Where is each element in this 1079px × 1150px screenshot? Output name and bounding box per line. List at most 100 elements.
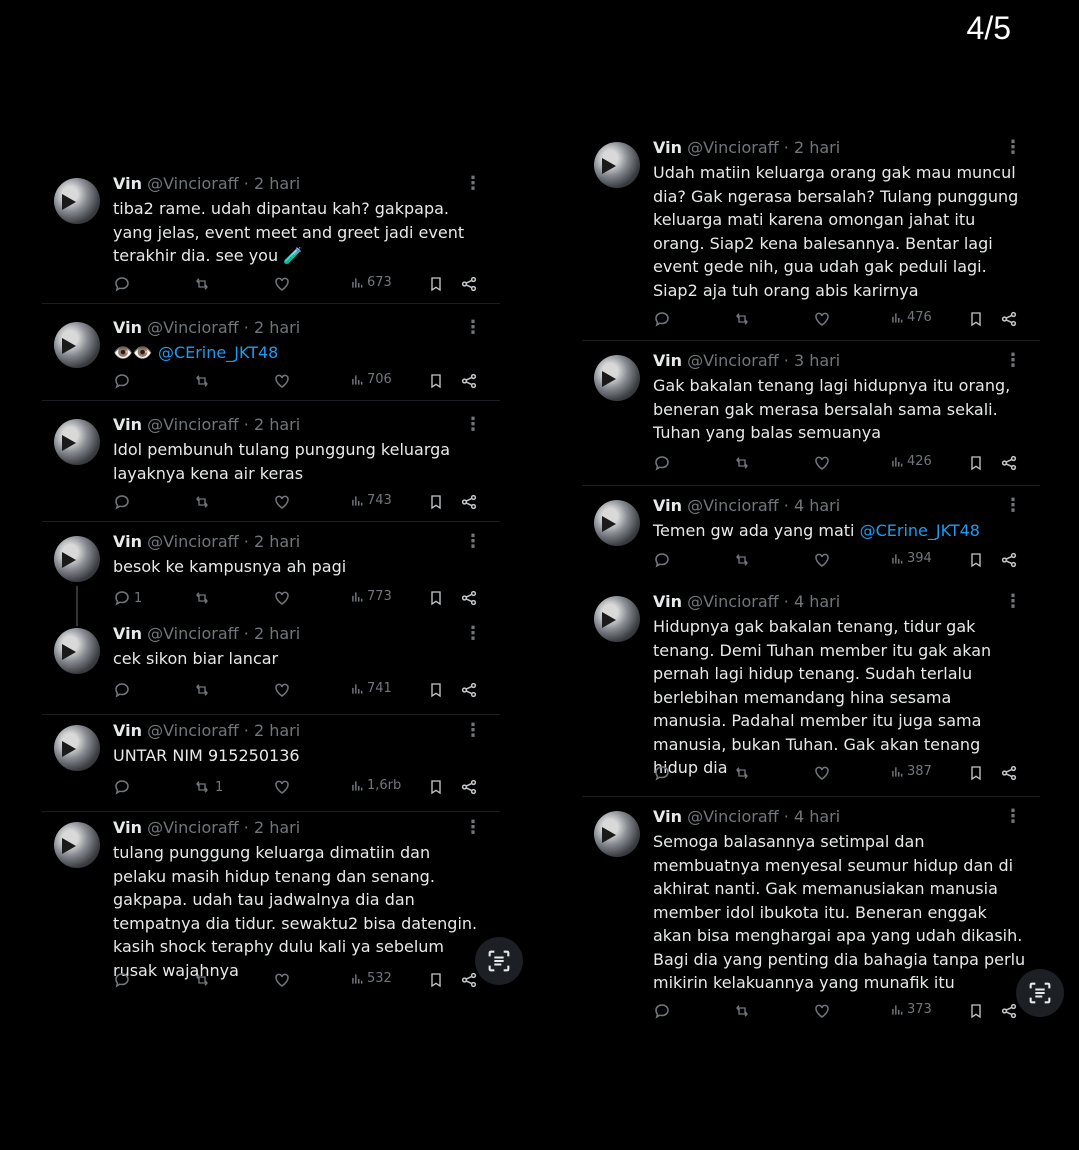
retweet-icon[interactable]	[732, 310, 752, 328]
display-name[interactable]: Vin	[113, 721, 142, 740]
avatar[interactable]	[594, 355, 640, 401]
share-icon[interactable]	[460, 971, 478, 989]
views-count[interactable]: 373	[890, 1002, 932, 1017]
display-name[interactable]: Vin	[653, 807, 682, 826]
heart-icon[interactable]	[273, 372, 291, 390]
heart-icon[interactable]	[813, 310, 831, 328]
scan-text-icon[interactable]	[475, 937, 523, 985]
more-options-icon[interactable]: ⋮	[1004, 591, 1022, 612]
views-count[interactable]: 387	[890, 764, 932, 779]
avatar[interactable]	[54, 178, 100, 224]
views-count[interactable]: 706	[350, 372, 392, 387]
reply-icon[interactable]	[113, 372, 131, 390]
avatar[interactable]	[54, 322, 100, 368]
share-icon[interactable]	[460, 681, 478, 699]
display-name[interactable]: Vin	[653, 496, 682, 515]
more-options-icon[interactable]: ⋮	[464, 414, 482, 435]
bookmark-icon[interactable]	[428, 493, 444, 511]
bookmark-icon[interactable]	[428, 372, 444, 390]
display-name[interactable]: Vin	[653, 592, 682, 611]
tweet[interactable]: Vin @Vincioraff · 4 hari ⋮ Semoga balasa…	[582, 797, 1040, 1033]
reply-icon[interactable]	[653, 764, 671, 782]
more-options-icon[interactable]: ⋮	[464, 173, 482, 194]
more-options-icon[interactable]: ⋮	[1004, 350, 1022, 371]
heart-icon[interactable]	[273, 778, 291, 796]
retweet-icon[interactable]	[192, 372, 212, 390]
reply-icon[interactable]	[113, 971, 131, 989]
views-count[interactable]: 773	[350, 589, 392, 604]
more-options-icon[interactable]: ⋮	[1004, 137, 1022, 158]
more-options-icon[interactable]: ⋮	[464, 817, 482, 838]
heart-icon[interactable]	[273, 493, 291, 511]
retweet-icon[interactable]	[732, 551, 752, 569]
bookmark-icon[interactable]	[428, 681, 444, 699]
tweet[interactable]: Vin @Vincioraff · 2 hari ⋮ Idol pembunuh…	[42, 401, 500, 522]
views-count[interactable]: 741	[350, 681, 392, 696]
more-options-icon[interactable]: ⋮	[464, 720, 482, 741]
display-name[interactable]: Vin	[653, 138, 682, 157]
share-icon[interactable]	[460, 778, 478, 796]
share-icon[interactable]	[1000, 551, 1018, 569]
display-name[interactable]: Vin	[113, 415, 142, 434]
tweet[interactable]: Vin @Vincioraff · 2 hari ⋮ tulang punggu…	[42, 812, 500, 1002]
bookmark-icon[interactable]	[428, 275, 444, 293]
avatar[interactable]	[594, 142, 640, 188]
avatar[interactable]	[594, 811, 640, 857]
avatar[interactable]	[54, 419, 100, 465]
reply-icon[interactable]	[653, 454, 671, 472]
avatar[interactable]	[54, 822, 100, 868]
display-name[interactable]: Vin	[113, 174, 142, 193]
reply-icon[interactable]	[113, 778, 131, 796]
bookmark-icon[interactable]	[428, 778, 444, 796]
avatar[interactable]	[54, 628, 100, 674]
retweet-icon[interactable]	[192, 275, 212, 293]
more-options-icon[interactable]: ⋮	[464, 623, 482, 644]
views-count[interactable]: 426	[890, 454, 932, 469]
display-name[interactable]: Vin	[113, 818, 142, 837]
bookmark-icon[interactable]	[968, 1002, 984, 1020]
retweet-icon[interactable]	[732, 1002, 752, 1020]
views-count[interactable]: 394	[890, 551, 932, 566]
views-count[interactable]: 476	[890, 310, 932, 325]
heart-icon[interactable]	[813, 764, 831, 782]
retweet-icon[interactable]	[732, 454, 752, 472]
display-name[interactable]: Vin	[113, 532, 142, 551]
views-count[interactable]: 743	[350, 493, 392, 508]
share-icon[interactable]	[460, 589, 478, 607]
retweet-icon[interactable]	[192, 493, 212, 511]
heart-icon[interactable]	[813, 1002, 831, 1020]
reply-icon[interactable]	[653, 310, 671, 328]
share-icon[interactable]	[460, 275, 478, 293]
avatar[interactable]	[54, 536, 100, 582]
retweet-icon[interactable]	[732, 764, 752, 782]
tweet[interactable]: Vin @Vincioraff · 2 hari ⋮ cek sikon bia…	[42, 618, 500, 715]
tweet[interactable]: Vin @Vincioraff · 4 hari ⋮ Temen gw ada …	[582, 486, 1040, 582]
share-icon[interactable]	[460, 493, 478, 511]
tweet[interactable]: Vin @Vincioraff · 2 hari ⋮ besok ke kamp…	[42, 522, 500, 626]
display-name[interactable]: Vin	[653, 351, 682, 370]
bookmark-icon[interactable]	[428, 971, 444, 989]
heart-icon[interactable]	[813, 454, 831, 472]
avatar[interactable]	[594, 500, 640, 546]
mention-link[interactable]: @CErine_JKT48	[860, 521, 980, 540]
heart-icon[interactable]	[273, 681, 291, 699]
reply-icon[interactable]	[113, 681, 131, 699]
display-name[interactable]: Vin	[113, 318, 142, 337]
heart-icon[interactable]	[273, 971, 291, 989]
views-count[interactable]: 673	[350, 275, 392, 290]
share-icon[interactable]	[1000, 1002, 1018, 1020]
share-icon[interactable]	[1000, 454, 1018, 472]
mention-link[interactable]: @CErine_JKT48	[158, 343, 278, 362]
share-icon[interactable]	[460, 372, 478, 390]
reply-icon[interactable]	[653, 1002, 671, 1020]
views-count[interactable]: 1,6rb	[350, 778, 401, 793]
avatar[interactable]	[594, 596, 640, 642]
share-icon[interactable]	[1000, 310, 1018, 328]
reply-icon[interactable]	[113, 493, 131, 511]
retweet-icon[interactable]: 1	[192, 778, 223, 796]
reply-icon[interactable]	[653, 551, 671, 569]
views-count[interactable]: 532	[350, 971, 392, 986]
display-name[interactable]: Vin	[113, 624, 142, 643]
scan-text-icon[interactable]	[1016, 969, 1064, 1017]
tweet[interactable]: Vin @Vincioraff · 2 hari ⋮ UNTAR NIM 915…	[42, 715, 500, 812]
